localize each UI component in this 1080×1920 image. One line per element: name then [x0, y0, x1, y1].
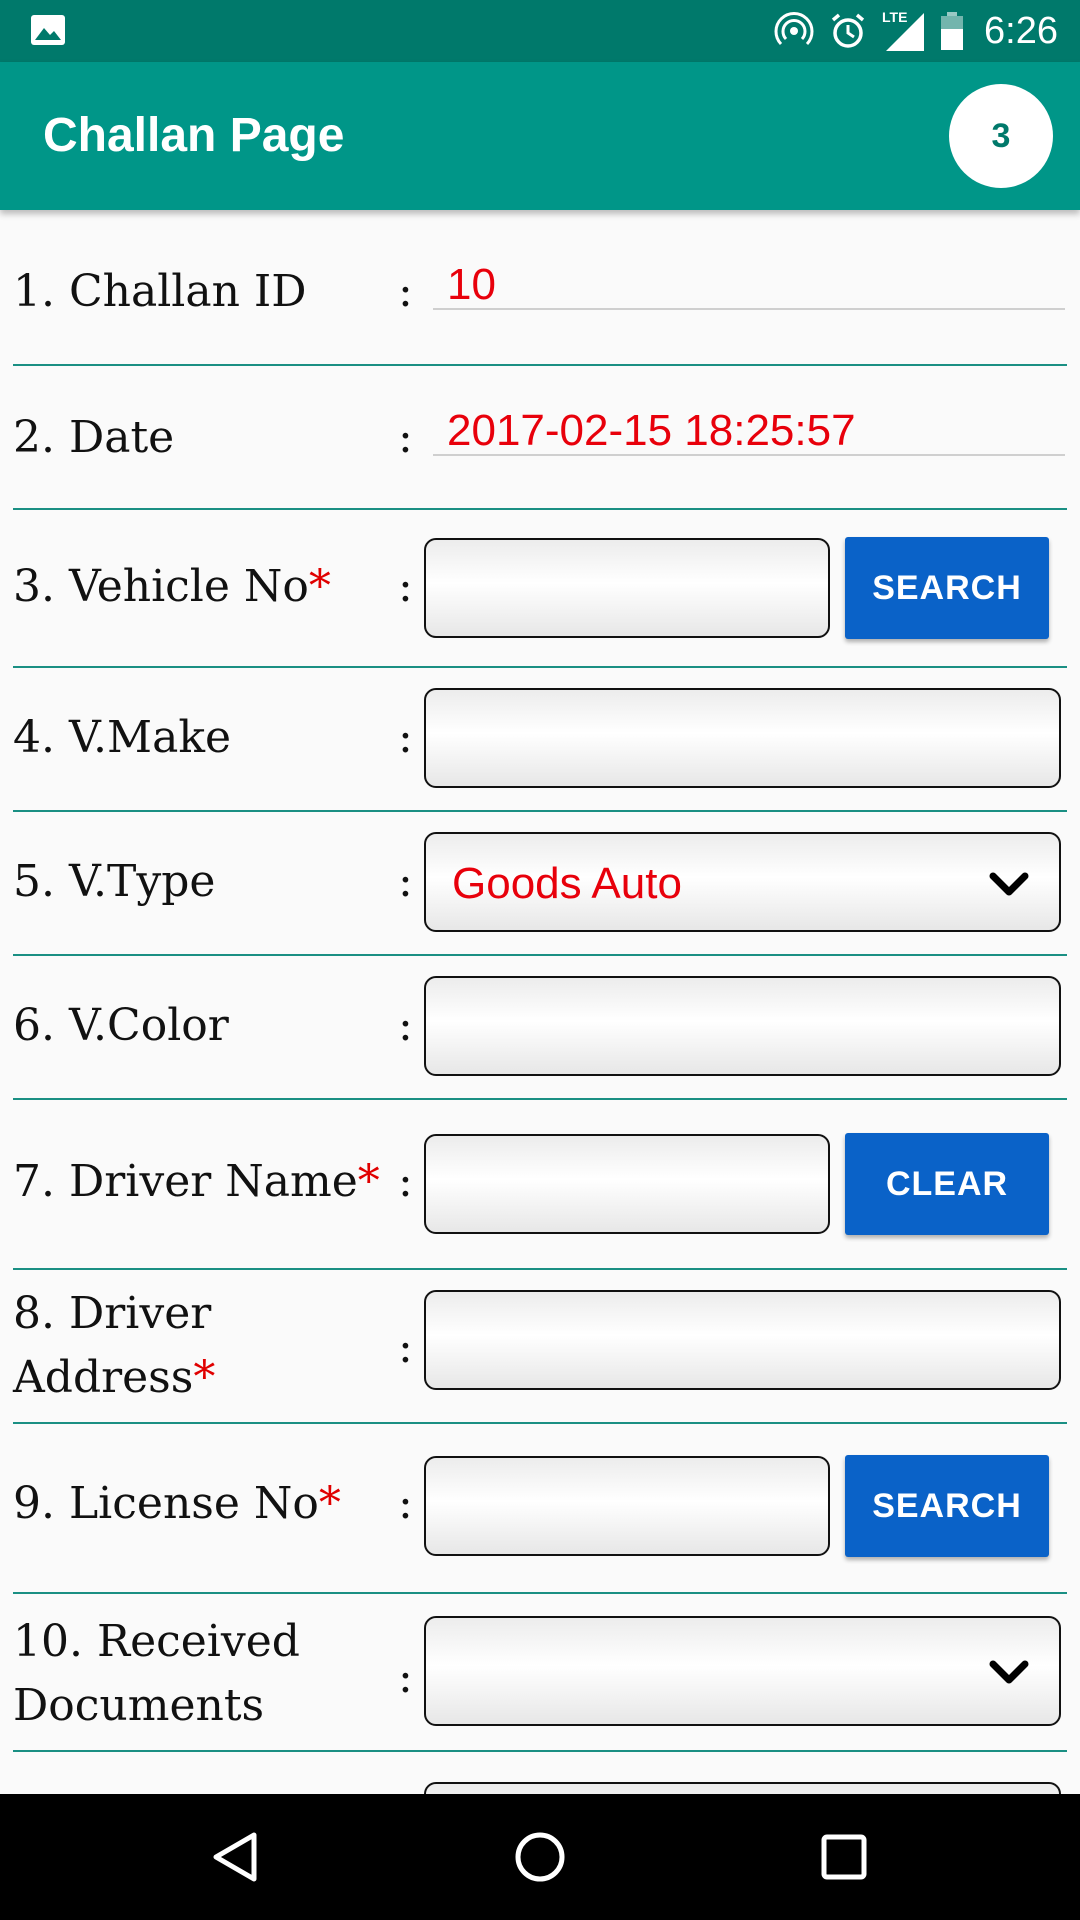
alarm-icon	[831, 13, 865, 48]
required-marker: *	[308, 561, 331, 612]
challan-form: 1. Challan ID : 10 2. Date : 2017-02-15 …	[0, 210, 1080, 1794]
v-type-selected: Goods Auto	[452, 859, 682, 908]
license-no-label: 9. License No*	[13, 1478, 341, 1529]
colon: :	[398, 712, 413, 763]
vehicle-no-input[interactable]	[424, 538, 830, 638]
chevron-down-icon	[989, 1660, 1029, 1684]
colon: :	[398, 1156, 413, 1207]
row-driver-name: 7. Driver Name* : CLEAR	[13, 1098, 1067, 1270]
back-icon[interactable]	[206, 1827, 266, 1887]
date-value[interactable]: 2017-02-15 18:25:57	[433, 406, 1065, 456]
received-documents-label-line2: Documents	[13, 1680, 265, 1731]
row-challan-id: 1. Challan ID : 10	[13, 210, 1067, 366]
page-title: Challan Page	[43, 109, 345, 162]
clock: 6:26	[984, 9, 1058, 52]
row-driver-address: 8. Driver Address* :	[13, 1268, 1067, 1424]
v-type-label: 5. V.Type	[13, 856, 216, 907]
date-label: 2. Date	[13, 412, 175, 463]
driver-name-label: 7. Driver Name*	[13, 1156, 380, 1207]
colon: :	[398, 266, 413, 317]
colon: :	[398, 856, 413, 907]
home-icon[interactable]	[510, 1827, 570, 1887]
v-type-select[interactable]: Goods Auto	[424, 832, 1061, 932]
driver-address-label-line2: Address*	[13, 1352, 216, 1403]
colon: :	[398, 1652, 413, 1703]
driver-address-input[interactable]	[424, 1290, 1061, 1390]
row-v-type: 5. V.Type : Goods Auto	[13, 810, 1067, 956]
colon: :	[398, 412, 413, 463]
hotspot-icon	[774, 12, 814, 46]
v-make-label: 4. V.Make	[13, 712, 232, 763]
required-marker: *	[357, 1156, 380, 1207]
row-license-no: 9. License No* : SEARCH	[13, 1422, 1067, 1594]
image-icon	[31, 15, 65, 45]
driver-name-input[interactable]	[424, 1134, 830, 1234]
received-documents-select[interactable]	[424, 1616, 1061, 1726]
next-field-input[interactable]	[424, 1782, 1061, 1794]
row-received-documents: 10. Received Documents :	[13, 1592, 1067, 1752]
required-marker: *	[318, 1478, 341, 1529]
row-v-make: 4. V.Make :	[13, 666, 1067, 812]
app-bar: Challan Page 3	[0, 62, 1080, 210]
navigation-bar	[0, 1794, 1080, 1920]
vehicle-no-label: 3. Vehicle No*	[13, 561, 331, 612]
clear-button[interactable]: CLEAR	[845, 1133, 1049, 1235]
v-color-label: 6. V.Color	[13, 1000, 229, 1051]
signal-icon: LTE	[882, 9, 926, 53]
row-v-color: 6. V.Color :	[13, 954, 1067, 1100]
driver-address-label-line1: 8. Driver	[13, 1288, 212, 1339]
row-date: 2. Date : 2017-02-15 18:25:57	[13, 364, 1067, 510]
colon: :	[398, 1478, 413, 1529]
license-search-button[interactable]: SEARCH	[845, 1455, 1049, 1557]
challan-id-value[interactable]: 10	[433, 260, 1065, 310]
battery-icon	[941, 12, 964, 50]
vehicle-search-button[interactable]: SEARCH	[845, 537, 1049, 639]
colon: :	[398, 1000, 413, 1051]
license-no-input[interactable]	[424, 1456, 830, 1556]
colon: :	[398, 1322, 413, 1373]
count-badge[interactable]: 3	[949, 84, 1053, 188]
chevron-down-icon	[989, 872, 1029, 896]
recents-icon[interactable]	[814, 1827, 874, 1887]
received-documents-label-line1: 10. Received	[13, 1616, 300, 1667]
row-vehicle-no: 3. Vehicle No* : SEARCH	[13, 508, 1067, 668]
challan-id-label: 1. Challan ID	[13, 266, 307, 317]
status-bar: LTE 6:26	[0, 0, 1080, 62]
v-make-input[interactable]	[424, 688, 1061, 788]
colon: :	[398, 561, 413, 612]
v-color-input[interactable]	[424, 976, 1061, 1076]
required-marker: *	[193, 1352, 216, 1403]
